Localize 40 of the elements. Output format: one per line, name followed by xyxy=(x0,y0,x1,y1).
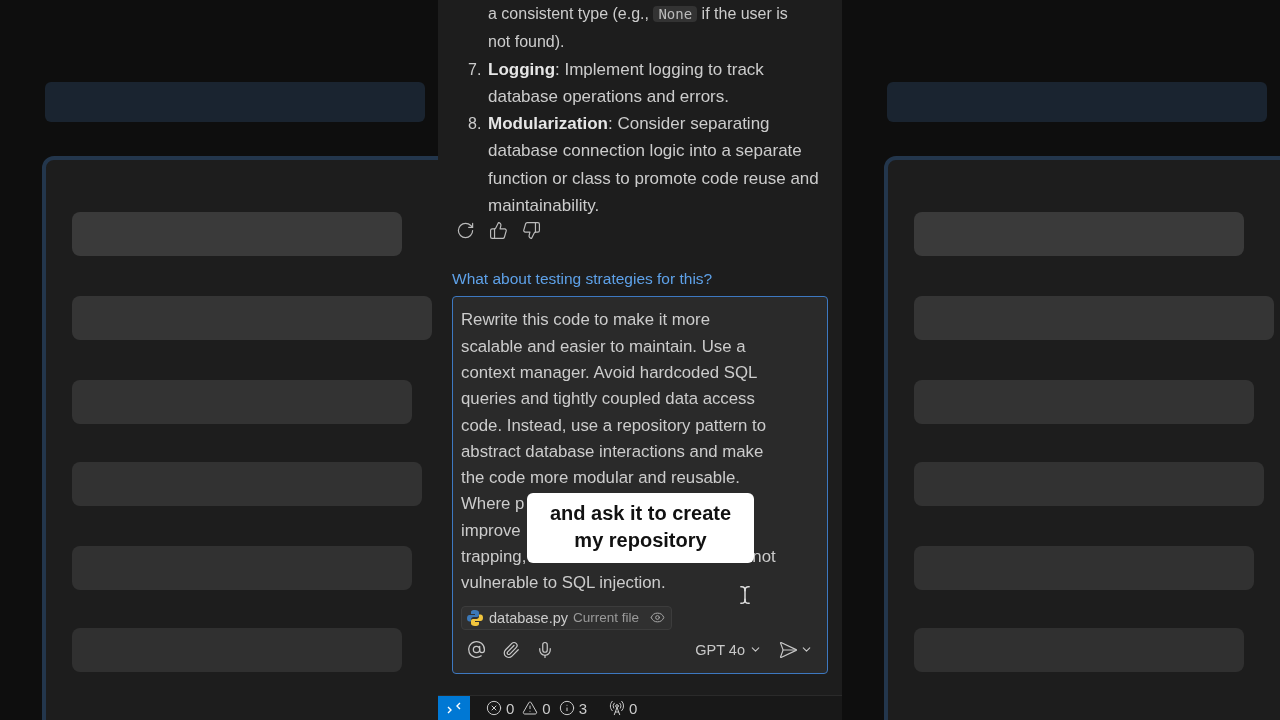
warnings-status[interactable]: 0 xyxy=(522,699,551,717)
prompt-text-line: not xyxy=(752,546,776,569)
retry-icon[interactable] xyxy=(456,221,475,241)
ports-status[interactable]: 0 xyxy=(609,699,638,717)
eye-icon[interactable] xyxy=(650,610,666,626)
list-item-text: Modularization: Consider separating database connection logic into a separate function or class to promote code reuse and maintainability. xyxy=(488,113,820,218)
response-text: not found). xyxy=(487,32,566,53)
list-number: 8. xyxy=(468,114,483,135)
model-picker[interactable]: GPT 4o xyxy=(695,641,762,658)
prompt-text-line: Rewrite this code to make it more xyxy=(461,309,710,332)
send-icon xyxy=(778,639,798,660)
send-button[interactable] xyxy=(778,639,813,660)
python-icon xyxy=(466,608,484,627)
video-caption: and ask it to create my repository xyxy=(527,493,754,564)
microphone-icon[interactable] xyxy=(536,640,554,659)
prompt-text-line: abstract database interactions and make xyxy=(461,440,764,463)
prompt-text-line: scalable and easier to maintain. Use a xyxy=(461,335,746,358)
prompt-text-line: improve xyxy=(461,519,521,542)
file-name: database.py xyxy=(489,609,568,626)
list-item-text: Logging: Implement logging to track database operations and errors. xyxy=(488,58,765,108)
prompt-text-line: code. Instead, use a repository pattern to xyxy=(461,414,767,437)
file-note: Current file xyxy=(573,610,640,626)
prompt-field[interactable] xyxy=(452,296,828,675)
paperclip-icon[interactable] xyxy=(502,640,520,659)
thumbs-up-icon[interactable] xyxy=(489,221,508,241)
errors-status[interactable]: 0 xyxy=(486,699,515,717)
list-number: 7. xyxy=(468,59,483,80)
prompt-text-line: trapping, xyxy=(461,546,527,569)
remote-icon xyxy=(447,701,461,715)
user-question: What about testing strategies for this? xyxy=(451,269,714,289)
thumbs-down-icon[interactable] xyxy=(522,221,541,241)
response-text: a consistent type (e.g., None if the user is xyxy=(487,4,789,24)
prompt-text-line: context manager. Avoid hardcoded SQL xyxy=(461,361,758,384)
prompt-text-line: the code more modular and reusable. xyxy=(461,467,740,490)
file-chip[interactable]: database.py Current file xyxy=(461,605,673,630)
prompt-text-line: Where p xyxy=(461,493,525,516)
prompt-text-line: vulnerable to SQL injection. xyxy=(461,572,666,595)
info-status[interactable]: 3 xyxy=(558,699,588,717)
prompt-text-line: queries and tightly coupled data access xyxy=(461,388,755,411)
mention-icon[interactable] xyxy=(467,640,486,660)
